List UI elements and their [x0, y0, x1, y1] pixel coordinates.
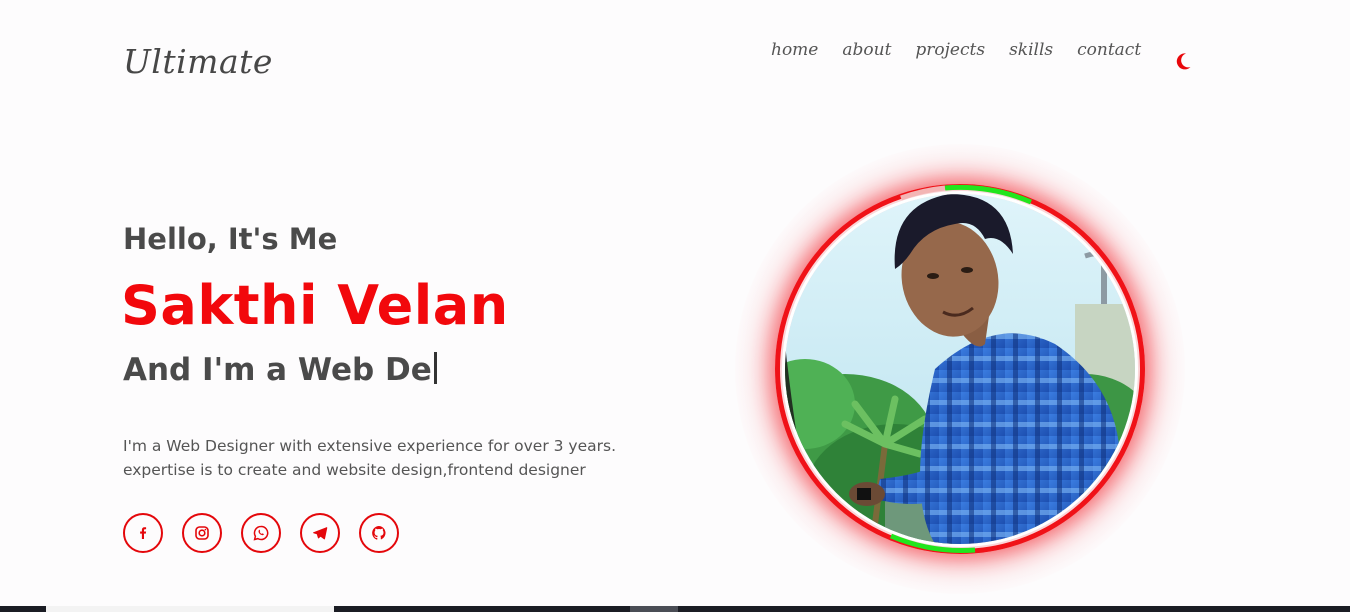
whatsapp-link[interactable] [241, 513, 281, 553]
social-links [123, 513, 399, 553]
telegram-link[interactable] [300, 513, 340, 553]
facebook-icon [140, 527, 147, 539]
github-icon [372, 526, 386, 540]
github-link[interactable] [359, 513, 399, 553]
next-section-preview [0, 606, 1350, 612]
whatsapp-icon [253, 525, 269, 541]
portfolio-page: Ultimate home about projects skills cont… [0, 0, 1350, 612]
nav-contact[interactable]: contact [1077, 40, 1141, 60]
preview-card [46, 606, 334, 612]
instagram-link[interactable] [182, 513, 222, 553]
instagram-icon [195, 526, 209, 540]
hero-description-line1: I'm a Web Designer with extensive experi… [123, 437, 616, 455]
hero-role: And I'm a Web De [123, 352, 437, 388]
site-logo[interactable]: Ultimate [123, 42, 273, 81]
facebook-link[interactable] [123, 513, 163, 553]
preview-block [630, 606, 678, 612]
theme-toggle-button[interactable] [1172, 50, 1194, 72]
typing-cursor [433, 352, 437, 384]
nav-projects[interactable]: projects [915, 40, 985, 60]
hero-description: I'm a Web Designer with extensive experi… [123, 434, 643, 482]
nav-home[interactable]: home [771, 40, 818, 60]
nav-about[interactable]: about [842, 40, 891, 60]
hero-role-text: And I'm a Web De [123, 352, 432, 388]
nav-skills[interactable]: skills [1009, 40, 1053, 60]
avatar-frame [735, 144, 1185, 594]
hero-description-line2: expertise is to create and website desig… [123, 461, 586, 479]
hero-name: Sakthi Velan [121, 274, 509, 337]
profile-photo [785, 194, 1135, 544]
main-nav: home about projects skills contact [771, 40, 1165, 60]
avatar [782, 191, 1138, 547]
hero-greeting: Hello, It's Me [123, 222, 338, 256]
telegram-icon [313, 527, 328, 540]
moon-icon [1176, 53, 1191, 70]
